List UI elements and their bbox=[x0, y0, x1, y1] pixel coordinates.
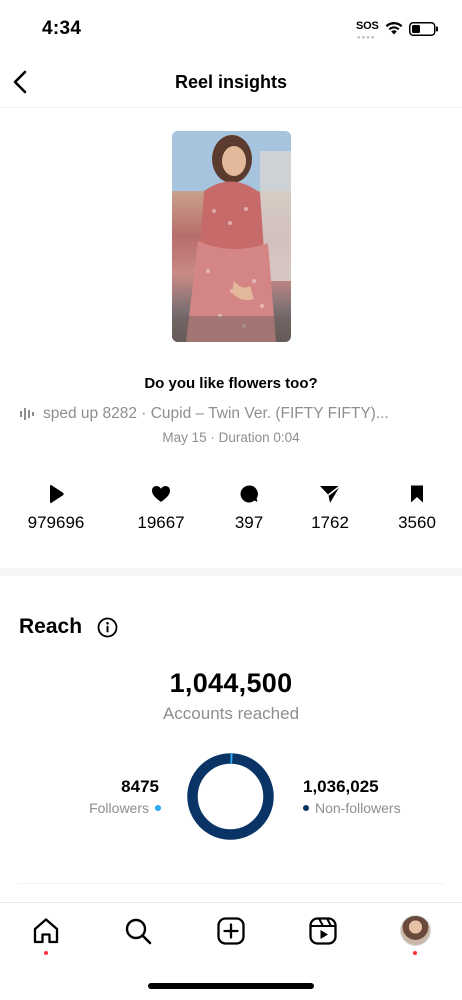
search-icon[interactable] bbox=[122, 915, 154, 947]
nonfollowers-label: Non-followers bbox=[315, 800, 401, 816]
home-notification-dot bbox=[44, 951, 48, 955]
paper-plane-icon bbox=[320, 485, 341, 503]
saves-count: 3560 bbox=[398, 513, 436, 532]
reach-donut-chart bbox=[187, 753, 274, 840]
accounts-reached-label: Accounts reached bbox=[162, 704, 300, 723]
reel-caption: Do you like flowers too? bbox=[144, 375, 318, 392]
heart-icon bbox=[152, 486, 170, 502]
nonfollowers-legend-dot bbox=[303, 805, 309, 811]
profile-avatar[interactable] bbox=[400, 915, 431, 946]
reels-icon[interactable] bbox=[307, 915, 339, 947]
followers-value: 8475 bbox=[121, 777, 159, 796]
reel-meta: May 15 · Duration 0:04 bbox=[162, 430, 300, 445]
audio-title: sped up 8282 · Cupid – Twin Ver. (FIFTY … bbox=[43, 405, 389, 422]
stat-comments: 397 bbox=[204, 484, 294, 533]
wifi-icon bbox=[385, 21, 403, 35]
bottom-tab-bar bbox=[0, 902, 462, 962]
reel-thumbnail[interactable] bbox=[172, 131, 291, 342]
play-icon bbox=[50, 485, 64, 503]
signal-dots-icon: ●●●● bbox=[357, 35, 376, 41]
stat-shares: 1762 bbox=[285, 484, 375, 533]
engagement-stats: 979696 19667 397 1762 3560 bbox=[0, 484, 462, 534]
accounts-reached-total: 1,044,500 bbox=[169, 668, 293, 698]
battery-icon bbox=[409, 22, 438, 36]
home-icon[interactable] bbox=[30, 915, 62, 947]
comments-count: 397 bbox=[234, 513, 264, 532]
plays-count: 979696 bbox=[27, 513, 85, 532]
comment-bubble-icon bbox=[240, 485, 258, 503]
stat-plays: 979696 bbox=[11, 484, 101, 533]
status-bar: 4:34 SOS ●●●● bbox=[0, 0, 462, 58]
nav-bar: Reel insights bbox=[0, 58, 462, 108]
section-divider bbox=[0, 568, 462, 576]
nonfollowers-legend: Non-followers bbox=[303, 800, 401, 816]
followers-legend-dot bbox=[155, 805, 161, 811]
status-time: 4:34 bbox=[42, 18, 82, 39]
audio-waveform-icon bbox=[20, 408, 34, 420]
audio-row[interactable]: sped up 8282 · Cupid – Twin Ver. (FIFTY … bbox=[20, 404, 450, 424]
sos-indicator: SOS bbox=[356, 20, 379, 32]
bookmark-icon bbox=[411, 485, 423, 503]
stat-likes: 19667 bbox=[116, 484, 206, 533]
likes-count: 19667 bbox=[137, 513, 185, 532]
create-icon[interactable] bbox=[215, 915, 247, 947]
followers-legend: Followers bbox=[89, 800, 161, 816]
reach-heading: Reach bbox=[19, 615, 83, 638]
info-icon[interactable] bbox=[97, 617, 118, 638]
profile-notification-dot bbox=[413, 951, 417, 955]
home-indicator[interactable] bbox=[148, 983, 314, 989]
shares-count: 1762 bbox=[311, 513, 349, 532]
stat-saves: 3560 bbox=[372, 484, 462, 533]
followers-label: Followers bbox=[89, 800, 149, 816]
content-divider bbox=[18, 883, 444, 884]
nonfollowers-value: 1,036,025 bbox=[303, 777, 379, 796]
page-title: Reel insights bbox=[174, 72, 288, 92]
